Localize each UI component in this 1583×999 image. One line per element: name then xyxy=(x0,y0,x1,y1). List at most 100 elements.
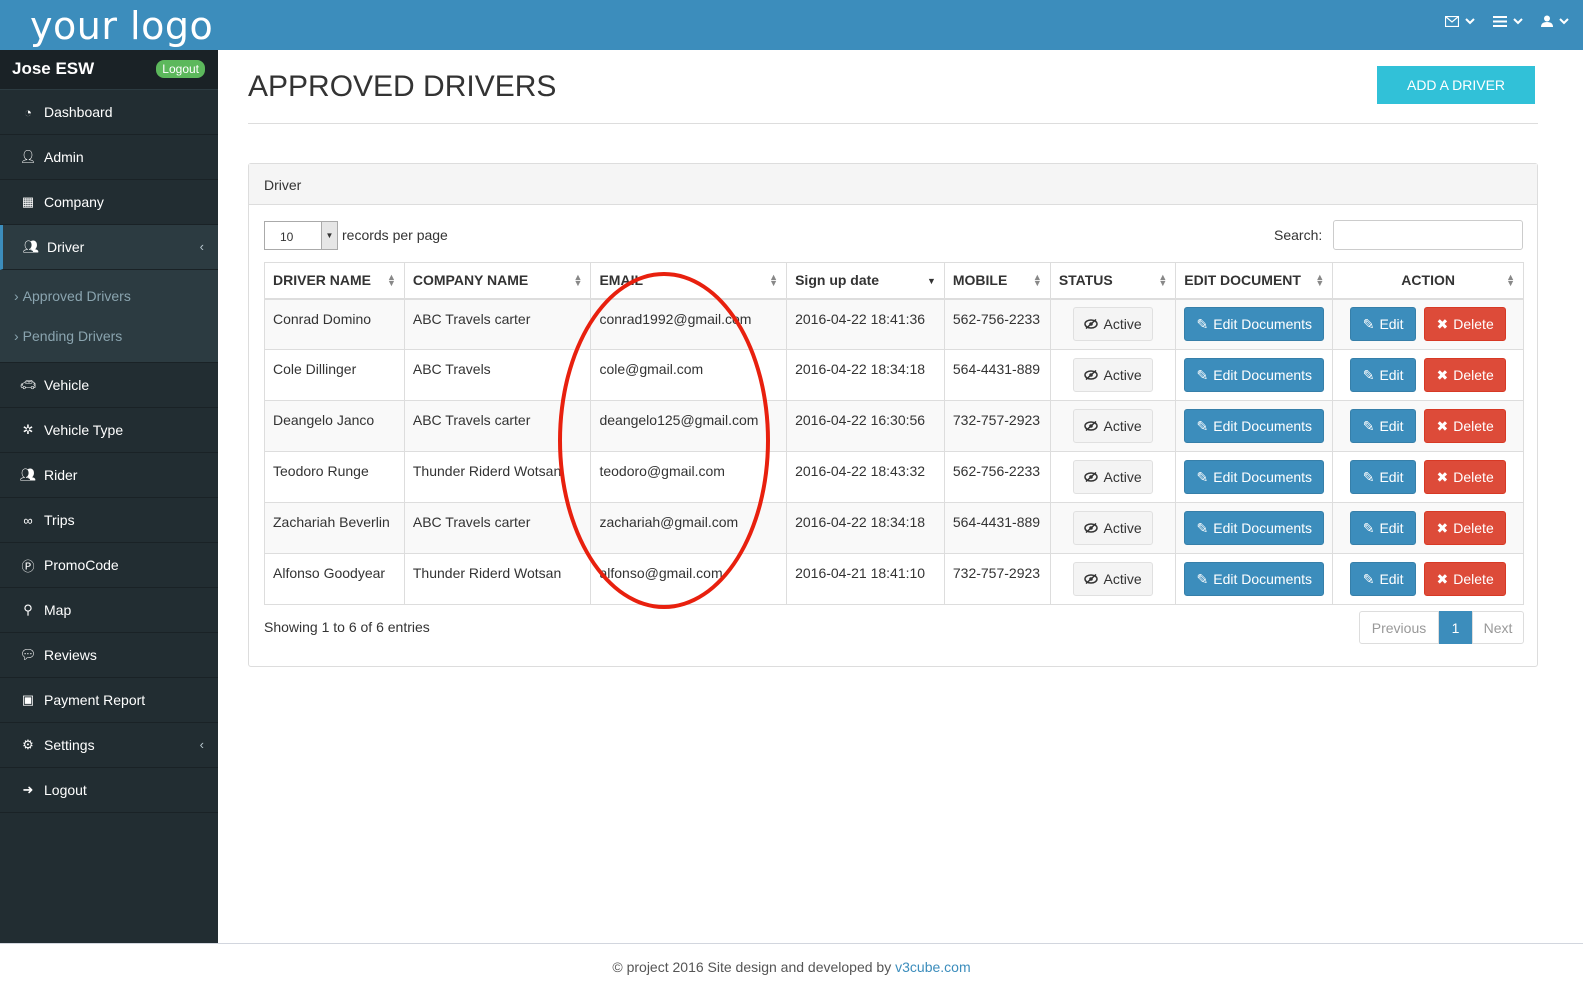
column-header-mobile[interactable]: MOBILE ▲ ▼ xyxy=(943,262,1051,300)
sidebar-item-promocode[interactable]: Ⓟ PromoCode xyxy=(0,543,218,588)
table-row: Teodoro Runge Thunder Riderd Wotsan teodor… xyxy=(264,451,1524,503)
column-header-signup-date[interactable]: Sign up date ▼ xyxy=(786,262,945,300)
edit-documents-button[interactable]: ✎ Edit Documents xyxy=(1184,307,1325,342)
pencil-icon: ✎ xyxy=(1362,468,1375,485)
sidebar-item-map[interactable]: ⚲ Map xyxy=(0,588,218,633)
edit-documents-label: Edit Documents xyxy=(1213,316,1313,333)
edit-documents-button[interactable]: ✎ Edit Documents xyxy=(1184,511,1325,545)
sidebar-item-admin[interactable]: 👤︎ Admin xyxy=(0,135,218,180)
page-1-button[interactable]: 1 xyxy=(1439,611,1472,644)
divider xyxy=(248,123,1538,124)
edit-documents-label: Edit Documents xyxy=(1213,571,1313,587)
status-active-button[interactable]: Active xyxy=(1073,562,1154,596)
sidebar-subitem-label: Pending Drivers xyxy=(22,328,123,344)
sidebar-subitem-approved-drivers[interactable]: › Approved Drivers xyxy=(0,276,218,316)
drivers-panel: Driver 10 ▼ records per page Search: DRI… xyxy=(248,163,1538,667)
column-header-edit-document[interactable]: EDIT DOCUMENT ▲ ▼ xyxy=(1175,262,1334,300)
sort-icon: ▲ ▼ xyxy=(1158,272,1168,288)
sidebar-item-driver[interactable]: 👥︎ Driver ‹ xyxy=(0,225,218,270)
messages-dropdown[interactable] xyxy=(1445,15,1475,27)
edit-label: Edit xyxy=(1379,469,1404,485)
tasks-dropdown[interactable] xyxy=(1493,15,1523,27)
pencil-icon: ✎ xyxy=(1196,315,1209,332)
cell-mobile: 564-4431-889 xyxy=(943,349,1051,401)
logo[interactable]: your logo xyxy=(30,4,213,48)
sidebar-item-label: Vehicle Type xyxy=(44,422,124,438)
column-header-status[interactable]: STATUS ▲ ▼ xyxy=(1049,262,1177,300)
edit-button[interactable]: ✎ Edit xyxy=(1350,307,1417,342)
sidebar-item-vehicle-type[interactable]: ✲ Vehicle Type xyxy=(0,408,218,453)
edit-documents-button[interactable]: ✎ Edit Documents xyxy=(1184,409,1325,443)
edit-button[interactable]: ✎ Edit xyxy=(1350,460,1417,494)
sidebar-subitem-pending-drivers[interactable]: › Pending Drivers xyxy=(0,316,218,356)
next-page-button[interactable]: Next xyxy=(1472,611,1524,644)
previous-page-button[interactable]: Previous xyxy=(1359,611,1439,644)
eye-slash-icon xyxy=(1084,316,1099,332)
edit-documents-button[interactable]: ✎ Edit Documents xyxy=(1184,562,1325,596)
table-header-row: DRIVER NAME ▲ ▼ COMPANY NAME ▲ ▼ EMAIL ▲ ▼ Sig… xyxy=(264,262,1524,300)
table-row: Conrad Domino ABC Travels carter conrad199… xyxy=(264,298,1524,350)
status-active-button[interactable]: Active xyxy=(1073,511,1154,545)
edit-button[interactable]: ✎ Edit xyxy=(1350,409,1417,443)
edit-button[interactable]: ✎ Edit xyxy=(1350,511,1417,545)
cell-signup-date: 2016-04-22 18:43:32 xyxy=(786,451,945,503)
pencil-icon: ✎ xyxy=(1196,468,1209,485)
logout-badge[interactable]: Logout xyxy=(156,60,205,78)
sidebar-item-logout[interactable]: ➜ Logout xyxy=(0,768,218,813)
sidebar-item-payment-report[interactable]: ▣ Payment Report xyxy=(0,678,218,723)
delete-button[interactable]: ✖ Delete xyxy=(1424,511,1507,545)
delete-button[interactable]: ✖ Delete xyxy=(1424,460,1507,494)
user-dropdown[interactable] xyxy=(1541,15,1569,27)
delete-button[interactable]: ✖ Delete xyxy=(1424,409,1507,443)
column-header-company-name[interactable]: COMPANY NAME ▲ ▼ xyxy=(403,262,592,300)
records-per-page-select[interactable]: 10 ▼ xyxy=(264,221,338,250)
page-title: APPROVED DRIVERS xyxy=(248,70,557,103)
add-driver-button[interactable]: ADD A DRIVER xyxy=(1377,66,1535,104)
user-panel: Jose ESW Logout xyxy=(0,50,218,90)
cell-mobile: 732-757-2923 xyxy=(943,400,1051,452)
edit-button[interactable]: ✎ Edit xyxy=(1350,358,1417,392)
cell-signup-date: 2016-04-21 18:41:10 xyxy=(786,553,945,605)
cogs-icon: ⚙ xyxy=(22,737,34,752)
pencil-icon: ✎ xyxy=(1196,519,1209,536)
delete-button[interactable]: ✖ Delete xyxy=(1424,562,1507,596)
cell-driver-name: Deangelo Janco xyxy=(264,400,405,452)
cell-status: Active xyxy=(1049,553,1177,605)
cell-signup-date: 2016-04-22 18:41:36 xyxy=(786,298,945,350)
chevron-down-icon xyxy=(1513,17,1523,25)
promo-icon: Ⓟ xyxy=(21,558,35,574)
sort-icon: ▲ ▼ xyxy=(1506,272,1515,288)
sidebar-item-dashboard[interactable]: ◔ Dashboard xyxy=(0,90,218,135)
sidebar: Jose ESW Logout ◔ Dashboard 👤︎ Admin ▦ C… xyxy=(0,50,218,943)
footer-link[interactable]: v3cube.com xyxy=(895,959,970,975)
cell-signup-date: 2016-04-22 16:30:56 xyxy=(786,400,945,452)
car-icon: 🚗︎ xyxy=(19,377,37,392)
search-input[interactable] xyxy=(1333,220,1523,250)
delete-button[interactable]: ✖ Delete xyxy=(1424,358,1507,392)
sidebar-item-trips[interactable]: ∞ Trips xyxy=(0,498,218,543)
sidebar-item-vehicle[interactable]: 🚗︎ Vehicle xyxy=(0,363,218,408)
status-active-button[interactable]: Active xyxy=(1073,307,1154,342)
status-active-button[interactable]: Active xyxy=(1073,460,1154,494)
edit-documents-button[interactable]: ✎ Edit Documents xyxy=(1184,358,1325,392)
column-header-action[interactable]: ACTION ▲ ▼ xyxy=(1332,262,1524,300)
edit-documents-button[interactable]: ✎ Edit Documents xyxy=(1184,460,1325,494)
chevron-left-icon: ‹ xyxy=(199,239,204,254)
status-active-button[interactable]: Active xyxy=(1073,358,1154,392)
status-label: Active xyxy=(1103,316,1142,333)
sidebar-item-company[interactable]: ▦ Company xyxy=(0,180,218,225)
pencil-icon: ✎ xyxy=(1362,366,1375,383)
eye-slash-icon xyxy=(1084,367,1099,383)
cell-status: Active xyxy=(1049,451,1177,503)
delete-button[interactable]: ✖ Delete xyxy=(1424,307,1507,342)
cell-company-name: ABC Travels carter xyxy=(403,502,592,554)
sidebar-item-reviews[interactable]: 💬︎ Reviews xyxy=(0,633,218,678)
sort-icon: ▲ ▼ xyxy=(386,272,396,288)
sidebar-item-settings[interactable]: ⚙ Settings ‹ xyxy=(0,723,218,768)
sidebar-item-rider[interactable]: 👥︎ Rider xyxy=(0,453,218,498)
column-header-driver-name[interactable]: DRIVER NAME ▲ ▼ xyxy=(264,262,405,300)
column-header-email[interactable]: EMAIL ▲ ▼ xyxy=(590,262,788,300)
edit-button[interactable]: ✎ Edit xyxy=(1350,562,1417,596)
status-active-button[interactable]: Active xyxy=(1073,409,1154,443)
status-label: Active xyxy=(1103,520,1142,536)
